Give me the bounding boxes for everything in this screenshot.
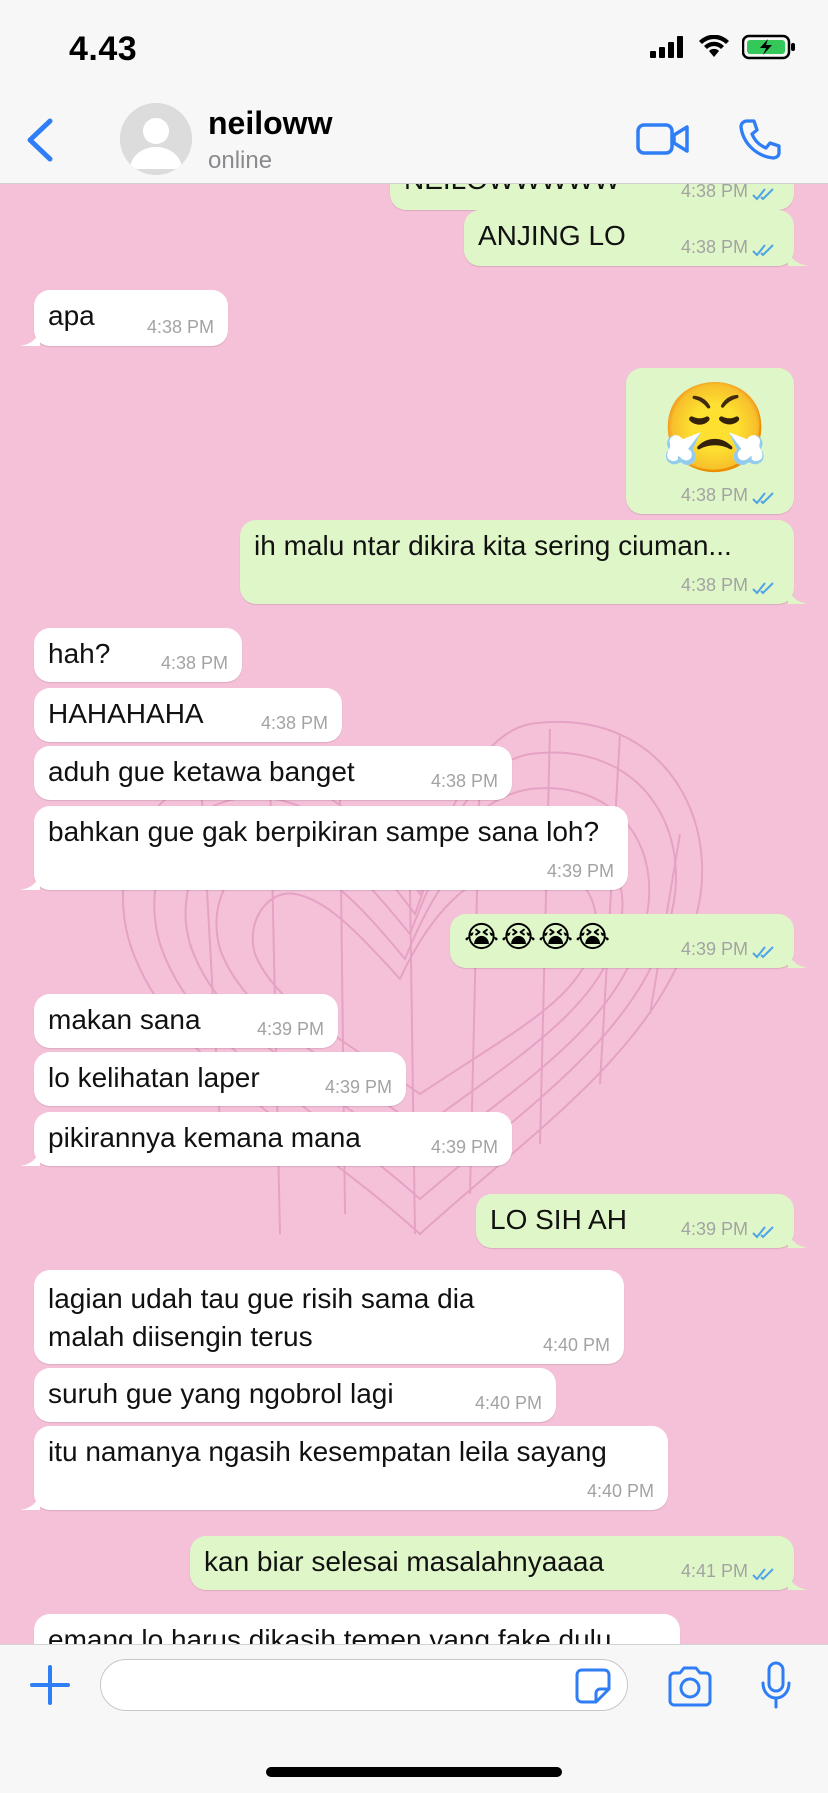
read-ticks-icon (752, 188, 774, 201)
message-bubble-incoming[interactable]: lagian udah tau gue risih sama dia malah… (34, 1270, 624, 1364)
chat-area[interactable]: NEILOWWWWW 4:38 PM ANJING LO 4:38 PM apa… (0, 184, 828, 1644)
message-bubble-incoming[interactable]: itu namanya ngasih kesempatan leila saya… (20, 1426, 668, 1510)
message-time: 4:38 PM (680, 237, 748, 257)
message-text: aduh gue ketawa banget (48, 756, 355, 787)
read-ticks-icon (752, 582, 774, 595)
message-text: apa (48, 300, 95, 331)
chevron-left-icon[interactable] (20, 117, 60, 163)
bubble-tail (788, 586, 808, 604)
status-icons (650, 34, 796, 60)
bubble-tail (20, 872, 40, 890)
message-bubble-outgoing[interactable]: ih malu ntar dikira kita sering ciuman..… (240, 520, 808, 604)
message-text: HAHAHAHA (48, 698, 204, 729)
message-time: 4:39 PM (256, 1019, 324, 1039)
message-text: kan biar selesai masalahnyaaaa (204, 1546, 605, 1577)
emoji-message: 😤 (660, 378, 770, 477)
message-time: 4:40 PM (542, 1335, 610, 1355)
bubble-tail (20, 328, 40, 346)
home-indicator (266, 1767, 562, 1777)
message-text: pikirannya kemana mana (48, 1122, 361, 1153)
status-bar: 4.43 (0, 0, 828, 95)
emoji-message: 😭😭😭😭 (464, 921, 613, 954)
message-bubble-incoming[interactable]: lo kelihatan laper 4:39 PM (34, 1052, 406, 1106)
message-bubble-incoming[interactable]: pikirannya kemana mana 4:39 PM (20, 1112, 512, 1166)
message-text: lagian udah tau gue risih sama dia malah… (48, 1283, 475, 1352)
message-text: LO SIH AH (490, 1204, 627, 1235)
message-text: ANJING LO (478, 220, 626, 251)
message-time: 4:38 PM (680, 184, 748, 201)
bubble-tail (20, 1492, 40, 1510)
bubble-tail (788, 950, 808, 968)
plus-icon[interactable] (28, 1663, 72, 1707)
phone-icon[interactable] (738, 117, 782, 161)
message-text: emang lo harus dikasih temen yang fake d… (48, 1624, 612, 1644)
bubble-tail (788, 1230, 808, 1248)
default-avatar-icon (120, 103, 192, 175)
read-ticks-icon (752, 946, 774, 959)
message-time: 4:40 PM (474, 1393, 542, 1413)
message-text: itu namanya ngasih kesempatan leila saya… (48, 1436, 607, 1467)
camera-icon[interactable] (666, 1665, 714, 1707)
avatar[interactable] (120, 103, 192, 175)
message-bubble-incoming[interactable]: hah? 4:38 PM (34, 628, 242, 682)
message-bubble-outgoing[interactable]: NEILOWWWWW 4:38 PM (390, 184, 794, 210)
message-text: bahkan gue gak berpikiran sampe sana loh… (48, 816, 600, 847)
cellular-signal-icon (650, 36, 683, 58)
message-bubble-incoming[interactable]: bahkan gue gak berpikiran sampe sana loh… (20, 806, 628, 890)
read-ticks-icon (752, 492, 774, 505)
message-time: 4:41 PM (680, 1561, 748, 1581)
message-bubble-outgoing[interactable]: kan biar selesai masalahnyaaaa 4:41 PM (190, 1536, 808, 1590)
bubble-tail (788, 248, 808, 266)
sticker-icon[interactable] (574, 1667, 612, 1705)
message-time: 4:39 PM (546, 861, 614, 881)
read-ticks-icon (752, 1226, 774, 1239)
message-time: 4:38 PM (146, 317, 214, 337)
wifi-icon (699, 35, 729, 57)
video-camera-icon[interactable] (636, 121, 690, 157)
message-bubble-outgoing[interactable]: 😤 4:38 PM (626, 368, 794, 514)
battery-charging-icon (742, 34, 795, 60)
message-time: 4:38 PM (430, 771, 498, 791)
microphone-icon[interactable] (760, 1661, 792, 1709)
message-time: 4:40 PM (586, 1481, 654, 1501)
message-time: 4:38 PM (680, 485, 748, 505)
bubble-tail (788, 1572, 808, 1590)
message-time: 4:39 PM (430, 1137, 498, 1157)
contact-status: online (208, 147, 273, 174)
message-text: lo kelihatan laper (48, 1062, 260, 1093)
message-bubble-incoming[interactable]: suruh gue yang ngobrol lagi 4:40 PM (34, 1368, 556, 1422)
message-input[interactable] (100, 1659, 628, 1711)
message-time: 4:38 PM (260, 713, 328, 733)
message-bubble-incoming[interactable]: HAHAHAHA 4:38 PM (34, 688, 342, 742)
composer-bar (0, 1644, 828, 1793)
message-bubble-outgoing[interactable]: 😭😭😭😭 4:39 PM (450, 914, 808, 968)
read-ticks-icon (752, 244, 774, 257)
read-ticks-icon (752, 1568, 774, 1581)
message-time: 4:39 PM (680, 939, 748, 959)
message-time: 4:38 PM (160, 653, 228, 673)
chat-header: neiloww online (0, 95, 828, 184)
message-bubble-incoming[interactable]: emang lo harus dikasih temen yang fake d… (34, 1614, 680, 1644)
contact-name[interactable]: neiloww (208, 105, 332, 142)
message-text: suruh gue yang ngobrol lagi (48, 1378, 394, 1409)
message-text: hah? (48, 638, 111, 669)
message-bubble-incoming[interactable]: aduh gue ketawa banget 4:38 PM (34, 746, 512, 800)
message-text: makan sana (48, 1004, 201, 1035)
status-time: 4.43 (69, 30, 138, 68)
message-time: 4:38 PM (680, 575, 748, 595)
message-text: ih malu ntar dikira kita sering ciuman..… (254, 530, 732, 561)
message-bubble-incoming[interactable]: makan sana 4:39 PM (34, 994, 338, 1048)
message-text: NEILOWWWWW (404, 184, 620, 196)
message-time: 4:39 PM (680, 1219, 748, 1239)
message-time: 4:39 PM (324, 1077, 392, 1097)
bubble-tail (20, 1148, 40, 1166)
message-bubble-incoming[interactable]: apa 4:38 PM (20, 290, 228, 346)
message-bubble-outgoing[interactable]: LO SIH AH 4:39 PM (476, 1194, 808, 1248)
message-bubble-outgoing[interactable]: ANJING LO 4:38 PM (464, 210, 808, 266)
